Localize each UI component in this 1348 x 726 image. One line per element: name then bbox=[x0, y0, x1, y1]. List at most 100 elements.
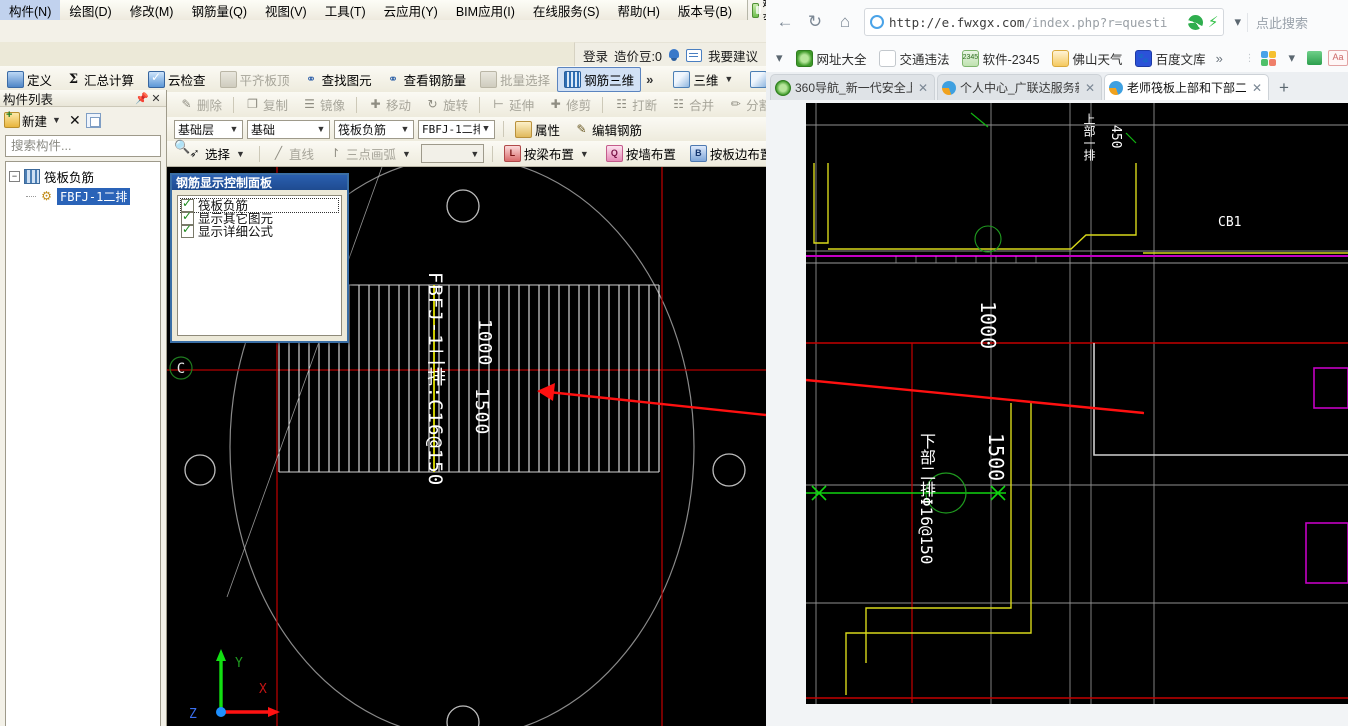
menu-item-rebar-qty[interactable]: 钢筋量(Q) bbox=[182, 0, 256, 21]
font-size-icon[interactable]: Aa bbox=[1328, 50, 1348, 66]
bookmark-weather[interactable]: 佛山天气 bbox=[1047, 47, 1128, 70]
view-rebar-qty-button[interactable]: ⚭ 查看钢筋量 bbox=[379, 67, 474, 92]
browser-window: ← ↻ ⌂ http://e.fwxgx.com/index.php?r=que… bbox=[766, 0, 1348, 726]
refresh-circle-icon[interactable] bbox=[1187, 14, 1203, 30]
close-icon[interactable]: ✕ bbox=[1083, 81, 1097, 95]
menu-item-bim-apps[interactable]: BIM应用(I) bbox=[447, 0, 524, 21]
tab-360-nav[interactable]: 360导航_新一代安全上网导航 ✕ bbox=[770, 74, 935, 100]
place-by-slab-edge-button[interactable]: B 按板边布置 bbox=[683, 141, 766, 166]
merge-button[interactable]: ☷ 合并 bbox=[664, 92, 721, 117]
component-type-select[interactable]: 筏板负筋 ▼ bbox=[334, 119, 414, 139]
trim-button[interactable]: ✚ 修剪 bbox=[541, 92, 598, 117]
delete-button[interactable]: ✎ 删除 bbox=[172, 92, 229, 117]
rotate-button[interactable]: ↻ 旋转 bbox=[418, 92, 475, 117]
book-icon[interactable] bbox=[1307, 51, 1322, 65]
cloud-check-button[interactable]: 云检查 bbox=[141, 67, 213, 92]
menu-item-cloud-apps[interactable]: 云应用(Y) bbox=[375, 0, 447, 21]
address-bar[interactable]: http://e.fwxgx.com/index.php?r=questi ⚡ bbox=[864, 8, 1225, 36]
notification-bell-icon[interactable] bbox=[668, 48, 680, 62]
menu-item-view[interactable]: 视图(V) bbox=[256, 0, 316, 21]
tab-personal-center[interactable]: 个人中心_广联达服务新干线 ✕ bbox=[937, 74, 1102, 100]
place-by-wall-button[interactable]: Q 按墙布置 bbox=[599, 141, 683, 166]
place-by-beam-button[interactable]: L 按梁布置 ▼ bbox=[497, 141, 599, 166]
reload-button[interactable]: ↻ bbox=[800, 7, 830, 37]
chevron-down-icon[interactable]: ▼ bbox=[49, 115, 64, 125]
edit-rebar-button[interactable]: ✎ 编辑钢筋 bbox=[567, 117, 649, 142]
drag-handle-icon[interactable]: ⋮ bbox=[1244, 53, 1255, 63]
bookmark-nav-site[interactable]: 网址大全 bbox=[791, 47, 872, 70]
rebar-option-row-1[interactable]: 显示其它图元 bbox=[181, 210, 338, 225]
home-button[interactable]: ⌂ bbox=[830, 7, 860, 37]
find-element-button[interactable]: ⚭ 查找图元 bbox=[297, 67, 379, 92]
bookmark-traffic[interactable]: 交通违法 bbox=[874, 47, 955, 70]
component-name-select[interactable]: FBFJ-1二排 ▼ bbox=[418, 119, 495, 139]
login-link[interactable]: 登录 bbox=[583, 46, 608, 65]
apps-grid-icon[interactable] bbox=[1261, 50, 1277, 66]
line-tool-button[interactable]: ╱ 直线 bbox=[264, 141, 321, 166]
checkbox-icon[interactable] bbox=[181, 223, 194, 238]
mirror-button[interactable]: ☰ 镜像 bbox=[295, 92, 352, 117]
tree-node-child[interactable]: ⚙ FBFJ-1二排 bbox=[26, 187, 157, 206]
toolbar-overflow-icon[interactable]: » bbox=[641, 72, 658, 87]
copy-button[interactable]: ❐ 复制 bbox=[238, 92, 295, 117]
new-component-button[interactable]: 新建 ▼ bbox=[4, 109, 64, 130]
close-icon[interactable]: ✕ bbox=[149, 92, 163, 105]
chevron-down-icon[interactable]: ▼ bbox=[721, 74, 736, 84]
chevron-down-icon[interactable]: ▼ bbox=[233, 149, 248, 159]
delete-component-icon[interactable]: ✕ bbox=[69, 113, 81, 127]
bookmarks-chevron-icon[interactable]: ▾ bbox=[770, 50, 789, 66]
break-button[interactable]: ☷ 打断 bbox=[607, 92, 664, 117]
rebar-option-row-2[interactable]: 显示详细公式 bbox=[181, 223, 338, 238]
menu-item-version[interactable]: 版本号(B) bbox=[669, 0, 741, 21]
structure-select[interactable]: 基础 ▼ bbox=[247, 119, 330, 139]
lightning-icon[interactable]: ⚡ bbox=[1208, 13, 1219, 31]
search-icon[interactable]: 🔍 bbox=[174, 139, 190, 154]
move-button[interactable]: ✚ 移动 bbox=[361, 92, 418, 117]
menu-item-tools[interactable]: 工具(T) bbox=[316, 0, 375, 21]
menu-item-component[interactable]: 构件(N) bbox=[0, 0, 61, 21]
rebar-3d-button[interactable]: 钢筋三维 bbox=[557, 66, 642, 92]
edit-rebar-label: 编辑钢筋 bbox=[592, 123, 643, 138]
menu-item-modify[interactable]: 修改(M) bbox=[121, 0, 183, 21]
view-top-button[interactable]: 俯视 ▼ bbox=[743, 67, 766, 92]
tree-collapse-icon[interactable]: − bbox=[9, 171, 20, 182]
extend-button[interactable]: ⊢ 延伸 bbox=[484, 92, 541, 117]
apps-chevron-icon[interactable]: ▾ bbox=[1282, 50, 1301, 66]
tree-node-root[interactable]: − 筏板负筋 bbox=[9, 166, 157, 187]
component-panel-title: 构件列表 bbox=[3, 92, 54, 107]
floor-select[interactable]: 基础层 ▼ bbox=[174, 119, 243, 139]
suggestion-link[interactable]: 我要建议 bbox=[708, 46, 758, 65]
close-icon[interactable]: ✕ bbox=[916, 81, 930, 95]
pin-icon[interactable]: 📌 bbox=[135, 92, 149, 105]
menu-item-online-service[interactable]: 在线服务(S) bbox=[524, 0, 609, 21]
chevron-down-icon[interactable]: ▼ bbox=[577, 149, 592, 159]
rebar-display-control-dialog[interactable]: 钢筋显示控制面板 筏板负筋 显示其它图元 显示详细公式 bbox=[170, 173, 349, 343]
place-by-wall-icon: Q bbox=[605, 145, 623, 162]
rebar-option-row-0[interactable]: 筏板负筋 bbox=[180, 197, 339, 213]
menu-item-draw[interactable]: 绘图(D) bbox=[60, 0, 120, 21]
menu-item-help[interactable]: 帮助(H) bbox=[609, 0, 669, 21]
search-component-box[interactable]: 🔍 bbox=[5, 135, 190, 157]
move-label: 移动 bbox=[386, 99, 412, 113]
new-tab-button[interactable]: + bbox=[1271, 78, 1297, 100]
split-button[interactable]: ✏ 分割 bbox=[721, 92, 766, 117]
back-button[interactable]: ← bbox=[770, 7, 800, 37]
arc-3point-button[interactable]: ↾ 三点画弧 ▼ bbox=[321, 141, 421, 166]
bookmark-software[interactable]: 2345 软件-2345 bbox=[957, 47, 1045, 70]
tab-raft-rebar-question[interactable]: 老师筏板上部和下部二排钢筋 ✕ bbox=[1104, 74, 1269, 100]
chevron-down-icon[interactable]: ▾ bbox=[1228, 14, 1247, 30]
page-bottom-margin bbox=[766, 704, 1348, 726]
properties-button[interactable]: 属性 bbox=[508, 117, 567, 142]
view-3d-button[interactable]: 三维 ▼ bbox=[666, 67, 743, 92]
batch-select-icon bbox=[480, 70, 498, 88]
close-icon[interactable]: ✕ bbox=[1250, 81, 1264, 95]
bookmarks-overflow-icon[interactable]: » bbox=[1213, 51, 1226, 66]
search-box[interactable]: 点此搜索 bbox=[1247, 12, 1348, 32]
bookmark-baidu-wenku[interactable]: 🐾 百度文库 bbox=[1130, 47, 1211, 70]
select-tool-button[interactable]: ➶ 选择 ▼ bbox=[180, 141, 255, 166]
chevron-down-icon[interactable]: ▼ bbox=[399, 149, 414, 159]
place-by-wall-label: 按墙布置 bbox=[625, 148, 676, 162]
copy-component-icon[interactable] bbox=[85, 112, 101, 128]
search-input[interactable] bbox=[9, 138, 174, 154]
style-select[interactable]: ▼ bbox=[420, 144, 484, 163]
